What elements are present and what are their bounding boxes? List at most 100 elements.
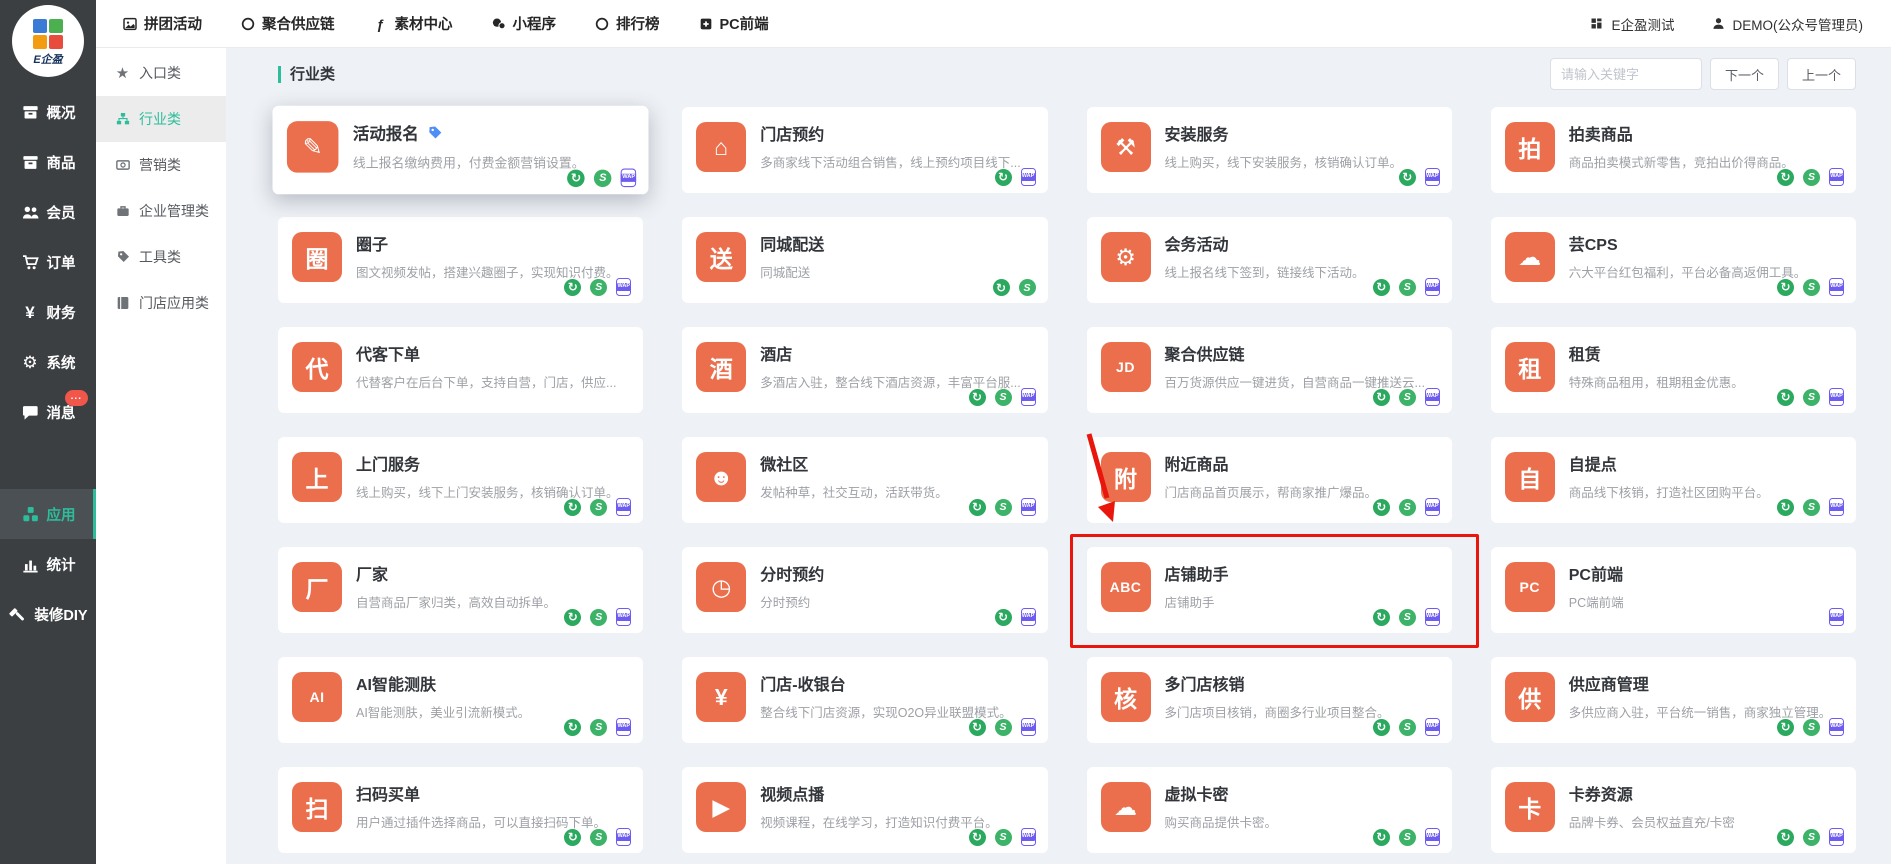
wap-badge-icon[interactable]: WAP [1021, 498, 1036, 516]
wap-badge-icon[interactable]: WAP [1021, 828, 1036, 846]
cycle-badge-icon[interactable]: ↻ [995, 169, 1012, 186]
sidebar-item-system[interactable]: ⚙ 系统 [0, 337, 96, 387]
user-menu[interactable]: DEMO(公众号管理员) [1711, 14, 1864, 34]
sidebar-item-apps[interactable]: 应用 [0, 489, 96, 539]
app-card-activity-signup[interactable]: ✎ 活动报名 线上报名缴纳费用，付费金额营销设置。 ↻SWAP [273, 106, 649, 195]
wap-badge-icon[interactable]: WAP [1021, 388, 1036, 406]
cycle-badge-icon[interactable]: ↻ [564, 279, 581, 296]
wap-badge-icon[interactable]: WAP [616, 828, 631, 846]
cycle-badge-icon[interactable]: ↻ [1373, 609, 1390, 626]
app-card-shop-assistant[interactable]: ABC 店铺助手 店铺助手 ↻SWAP [1087, 547, 1452, 633]
wap-badge-icon[interactable]: WAP [1829, 718, 1844, 736]
cycle-badge-icon[interactable]: ↻ [1399, 169, 1416, 186]
cycle-badge-icon[interactable]: ↻ [1777, 719, 1794, 736]
search-input[interactable] [1550, 58, 1702, 90]
app-card-circle-community[interactable]: 圈 圈子 图文视频发帖，搭建兴趣圈子，实现知识付费。 ↻SWAP [278, 217, 643, 303]
link-badge-icon[interactable]: S [1019, 279, 1036, 296]
category-item-3[interactable]: 企业管理类 [96, 188, 226, 234]
wap-badge-icon[interactable]: WAP [1021, 168, 1036, 186]
wap-badge-icon[interactable]: WAP [1425, 168, 1440, 186]
cycle-badge-icon[interactable]: ↻ [1777, 389, 1794, 406]
sidebar-item-diy[interactable]: 装修DIY [0, 589, 96, 639]
topnav-item-0[interactable]: 拼团活动 [122, 13, 202, 34]
wap-badge-icon[interactable]: WAP [1425, 608, 1440, 626]
link-badge-icon[interactable]: S [1803, 279, 1820, 296]
app-card-time-booking[interactable]: ◷ 分时预约 分时预约 ↻WAP [682, 547, 1047, 633]
app-card-scan-pay[interactable]: 扫 扫码买单 用户通过插件选择商品，可以直接扫码下单。 ↻SWAP [278, 767, 643, 853]
app-card-micro-community[interactable]: ☻ 微社区 发帖种草，社交互动，活跃带货。 ↻SWAP [682, 437, 1047, 523]
link-badge-icon[interactable]: S [995, 829, 1012, 846]
link-badge-icon[interactable]: S [594, 169, 612, 187]
wap-badge-icon[interactable]: WAP [1425, 828, 1440, 846]
app-card-door-service[interactable]: 上 上门服务 线上购买，线下上门安装服务，核销确认订单。 ↻SWAP [278, 437, 643, 523]
sidebar-item-overview[interactable]: 概况 [0, 87, 96, 137]
wap-badge-icon[interactable]: WAP [1829, 608, 1844, 626]
link-badge-icon[interactable]: S [1803, 499, 1820, 516]
app-card-pc-front[interactable]: PC PC前端 PC端前端 WAP [1491, 547, 1856, 633]
cycle-badge-icon[interactable]: ↻ [1777, 499, 1794, 516]
cycle-badge-icon[interactable]: ↻ [993, 279, 1010, 296]
category-item-2[interactable]: 营销类 [96, 142, 226, 188]
app-card-store-booking[interactable]: ⌂ 门店预约 多商家线下活动组合销售，线上预约项目线下... ↻WAP [682, 107, 1047, 193]
wap-badge-icon[interactable]: WAP [1425, 388, 1440, 406]
app-card-video-vod[interactable]: ▶ 视频点播 视频课程，在线学习，打造知识付费平台。 ↻SWAP [682, 767, 1047, 853]
app-card-conference-activity[interactable]: ⚙ 会务活动 线上报名线下签到，链接线下活动。 ↻SWAP [1087, 217, 1452, 303]
app-card-card-coupon[interactable]: 卡 卡券资源 品牌卡券、会员权益直充/卡密 ↻SWAP [1491, 767, 1856, 853]
app-card-store-cashier[interactable]: ¥ 门店-收银台 整合线下门店资源，实现O2O异业联盟模式。 ↻SWAP [682, 657, 1047, 743]
sidebar-item-finance[interactable]: ¥ 财务 [0, 287, 96, 337]
wap-badge-icon[interactable]: WAP [1829, 498, 1844, 516]
sidebar-item-stats[interactable]: 统计 [0, 539, 96, 589]
app-card-hotel[interactable]: 酒 酒店 多酒店入驻，整合线下酒店资源，丰富平台服... ↻SWAP [682, 327, 1047, 413]
category-item-5[interactable]: 门店应用类 [96, 280, 226, 326]
app-card-multi-store-verify[interactable]: 核 多门店核销 多门店项目核销，商圈多行业项目整合。 ↻SWAP [1087, 657, 1452, 743]
topnav-item-4[interactable]: 排行榜 [594, 13, 660, 34]
link-badge-icon[interactable]: S [1803, 719, 1820, 736]
prev-button[interactable]: 上一个 [1787, 58, 1856, 90]
link-badge-icon[interactable]: S [590, 279, 607, 296]
link-badge-icon[interactable]: S [1399, 829, 1416, 846]
link-badge-icon[interactable]: S [1803, 389, 1820, 406]
link-badge-icon[interactable]: S [590, 829, 607, 846]
wap-badge-icon[interactable]: WAP [1829, 168, 1844, 186]
cycle-badge-icon[interactable]: ↻ [567, 169, 585, 187]
wap-badge-icon[interactable]: WAP [616, 718, 631, 736]
wap-badge-icon[interactable]: WAP [616, 498, 631, 516]
app-card-rent[interactable]: 租 租赁 特殊商品租用，租期租金优惠。 ↻SWAP [1491, 327, 1856, 413]
app-card-auction-goods[interactable]: 拍 拍卖商品 商品拍卖模式新零售，竞拍出价得商品。 ↻SWAP [1491, 107, 1856, 193]
wap-badge-icon[interactable]: WAP [1425, 278, 1440, 296]
wap-badge-icon[interactable]: WAP [1829, 388, 1844, 406]
topnav-item-3[interactable]: 小程序 [491, 13, 557, 34]
category-item-0[interactable]: ★ 入口类 [96, 50, 226, 96]
sidebar-item-orders[interactable]: 订单 [0, 237, 96, 287]
link-badge-icon[interactable]: S [1803, 169, 1820, 186]
cycle-badge-icon[interactable]: ↻ [1777, 829, 1794, 846]
cycle-badge-icon[interactable]: ↻ [1777, 169, 1794, 186]
cycle-badge-icon[interactable]: ↻ [969, 719, 986, 736]
link-badge-icon[interactable]: S [1399, 609, 1416, 626]
app-card-proxy-order[interactable]: 代 代客下单 代替客户在后台下单，支持自营，门店，供应... [278, 327, 643, 413]
app-card-ai-skin[interactable]: AI AI智能测肤 AI智能测肤，美业引流新模式。 ↻SWAP [278, 657, 643, 743]
app-card-factory[interactable]: 厂 厂家 自营商品厂家归类，高效自动拆单。 ↻SWAP [278, 547, 643, 633]
category-item-1[interactable]: 行业类 [96, 96, 226, 142]
sidebar-item-goods[interactable]: 商品 [0, 137, 96, 187]
link-badge-icon[interactable]: S [590, 499, 607, 516]
cycle-badge-icon[interactable]: ↻ [564, 609, 581, 626]
app-card-yun-cps[interactable]: ☁ 芸CPS 六大平台红包福利，平台必备高返佣工具。 ↻SWAP [1491, 217, 1856, 303]
wap-badge-icon[interactable]: WAP [616, 278, 631, 296]
link-badge-icon[interactable]: S [995, 719, 1012, 736]
cycle-badge-icon[interactable]: ↻ [564, 499, 581, 516]
sidebar-item-message[interactable]: 消息 ... [0, 387, 96, 437]
link-badge-icon[interactable]: S [995, 389, 1012, 406]
workspace-switcher[interactable]: E企盈测试 [1589, 14, 1674, 34]
cycle-badge-icon[interactable]: ↻ [969, 829, 986, 846]
category-item-4[interactable]: 工具类 [96, 234, 226, 280]
app-card-pickup-point[interactable]: 自 自提点 商品线下核销，打造社区团购平台。 ↻SWAP [1491, 437, 1856, 523]
link-badge-icon[interactable]: S [1399, 279, 1416, 296]
wap-badge-icon[interactable]: WAP [1021, 718, 1036, 736]
next-button[interactable]: 下一个 [1710, 58, 1779, 90]
app-card-supply-chain[interactable]: JD 聚合供应链 百万货源供应一键进货，自营商品一键推送云... ↻SWAP [1087, 327, 1452, 413]
topnav-item-2[interactable]: ƒ 素材中心 [373, 13, 453, 34]
wap-badge-icon[interactable]: WAP [1425, 498, 1440, 516]
wap-badge-icon[interactable]: WAP [621, 169, 636, 188]
link-badge-icon[interactable]: S [995, 499, 1012, 516]
